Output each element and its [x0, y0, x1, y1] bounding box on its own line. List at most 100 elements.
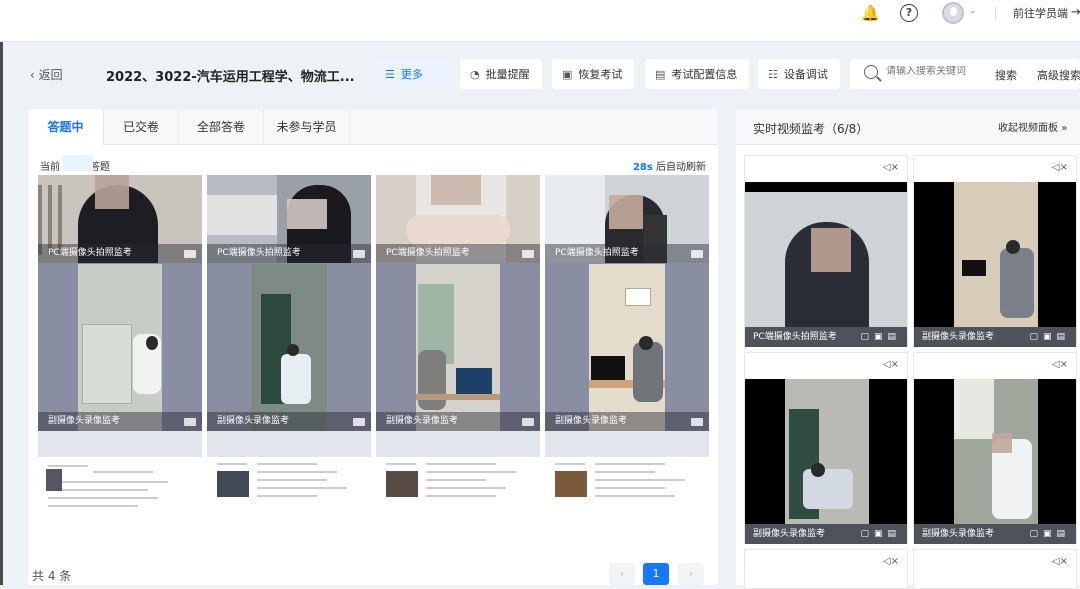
top-navigation-bar: 🔔 ? ⌄ 前往学员端 ⇥ — [0, 0, 1080, 42]
help-icon[interactable]: ? — [900, 4, 918, 22]
next-page-button[interactable]: › — [678, 563, 704, 585]
sub-camera-caption: 副摄像头录像监考 — [207, 412, 371, 431]
answer-sheet-preview[interactable] — [545, 431, 709, 521]
mute-icon[interactable]: ◁× — [1052, 359, 1068, 370]
search-bar: 搜索 高级搜索 — [850, 59, 1080, 89]
collapse-label: 收起视频面板 — [998, 123, 1058, 134]
feed-tools[interactable]: ▢▣▤ — [860, 524, 901, 544]
video-camera-icon — [522, 250, 534, 258]
auto-refresh-countdown: 28s 后自动刷新 — [633, 158, 706, 173]
back-link[interactable]: ‹ 返回 — [30, 66, 63, 83]
double-chevron-right-icon: » — [1061, 123, 1068, 134]
redacted-count — [63, 155, 93, 171]
restore-exam-button[interactable]: ▣ 恢复考试 — [552, 59, 634, 89]
batch-remind-label: 批量提醒 — [485, 68, 530, 81]
answer-sheet-preview[interactable] — [38, 431, 202, 521]
mute-icon[interactable]: ◁× — [1052, 162, 1068, 173]
exam-title: 2022、3022-汽车运用工程学、物流工... — [106, 70, 355, 85]
mute-icon[interactable]: ◁× — [883, 162, 899, 173]
feed-caption: PC端摄像头拍照监考 — [753, 332, 837, 342]
video-feed[interactable]: ◁× PC端摄像头拍照监考 ▢▣▤ — [744, 155, 908, 347]
tab-answering[interactable]: 答题中 — [28, 109, 104, 145]
mute-icon[interactable]: ◁× — [883, 359, 899, 370]
feed-caption-bar: 副摄像头录像监考 ▢▣▤ — [745, 524, 907, 544]
monitor-title: 实时视频监考（6/8） — [753, 122, 869, 136]
list-icon: ☰ — [385, 67, 395, 81]
mute-icon[interactable]: ◁× — [883, 556, 899, 567]
answer-sheet-preview[interactable] — [207, 431, 371, 521]
page-number-button[interactable]: 1 — [643, 563, 669, 585]
video-stream[interactable] — [745, 379, 907, 524]
pc-camera-photo[interactable]: PC端摄像头拍照监考 — [38, 175, 202, 263]
pc-camera-caption: PC端摄像头拍照监考 — [38, 244, 202, 263]
pc-camera-photo[interactable]: PC端摄像头拍照监考 — [376, 175, 540, 263]
student-card[interactable]: PC端摄像头拍照监考 副摄像头录像监考 — [545, 175, 709, 521]
prev-page-button[interactable]: ‹ — [609, 563, 635, 585]
student-card[interactable]: PC端摄像头拍照监考 副摄像头录像监考 — [38, 175, 202, 521]
go-student-link[interactable]: 前往学员端 — [1013, 5, 1068, 21]
sub-camera-video[interactable]: 副摄像头录像监考 — [207, 264, 371, 431]
more-button[interactable]: ☰ 更多 — [375, 59, 449, 89]
video-stream[interactable] — [914, 379, 1076, 524]
feed-tools[interactable]: ▢▣▤ — [1029, 524, 1070, 544]
live-monitor-panel: 实时视频监考（6/8） 收起视频面板 » ◁× PC端摄像头拍照监考 ▢▣▤ ◁×… — [736, 109, 1080, 589]
video-feed[interactable]: ◁× 副摄像头录像监考 ▢▣▤ — [744, 352, 908, 544]
back-label: 返回 — [38, 68, 63, 82]
device-debug-button[interactable]: ☷ 设备调试 — [758, 59, 840, 89]
video-feed[interactable]: ◁× 副摄像头录像监考 ▢▣▤ — [913, 352, 1077, 544]
refresh-label: 后自动刷新 — [656, 162, 706, 173]
feed-tools[interactable]: ▢▣▤ — [860, 327, 901, 347]
student-card[interactable]: PC端摄像头拍照监考 副摄像头录像监考 — [376, 175, 540, 521]
alarm-icon: ◔ — [470, 67, 480, 81]
video-stream[interactable] — [914, 182, 1076, 327]
current-prefix: 当前 — [40, 162, 60, 173]
video-feed[interactable]: ◁× — [744, 549, 908, 589]
refresh-seconds: 28s — [632, 162, 653, 173]
pc-camera-photo[interactable]: PC端摄像头拍照监考 — [545, 175, 709, 263]
video-camera-icon — [353, 250, 365, 258]
settings-sliders-icon: ☷ — [768, 67, 778, 81]
exit-icon[interactable]: ⇥ — [1071, 5, 1080, 20]
search-button[interactable]: 搜索 — [995, 67, 1017, 83]
sub-camera-video[interactable]: 副摄像头录像监考 — [376, 264, 540, 431]
video-stream[interactable] — [745, 182, 907, 327]
mute-icon[interactable]: ◁× — [1052, 556, 1068, 567]
feed-tools[interactable]: ▢▣▤ — [1029, 327, 1070, 347]
sub-camera-caption: 副摄像头录像监考 — [38, 412, 202, 431]
total-count: 共 4 条 — [32, 569, 72, 583]
tab-all-papers[interactable]: 全部答卷 — [179, 109, 264, 145]
batch-remind-button[interactable]: ◔ 批量提醒 — [460, 59, 542, 89]
video-camera-icon — [353, 418, 365, 426]
monitor-header: 实时视频监考（6/8） 收起视频面板 » — [736, 109, 1080, 145]
search-icon — [864, 65, 878, 79]
sub-camera-caption: 副摄像头录像监考 — [376, 412, 540, 431]
tab-submitted[interactable]: 已交卷 — [104, 109, 179, 145]
video-feed[interactable]: ◁× 副摄像头录像监考 ▢▣▤ — [913, 155, 1077, 347]
pc-camera-photo[interactable]: PC端摄像头拍照监考 — [207, 175, 371, 263]
device-debug-label: 设备调试 — [783, 68, 828, 81]
feed-caption-bar: PC端摄像头拍照监考 ▢▣▤ — [745, 327, 907, 347]
feed-caption-bar: 副摄像头录像监考 ▢▣▤ — [914, 524, 1076, 544]
advanced-search-button[interactable]: 高级搜索 — [1037, 67, 1080, 83]
student-card[interactable]: PC端摄像头拍照监考 副摄像头录像监考 — [207, 175, 371, 521]
more-label: 更多 — [400, 68, 423, 81]
answer-sheet-preview[interactable] — [376, 431, 540, 521]
avatar[interactable] — [942, 2, 964, 24]
collapse-video-panel-button[interactable]: 收起视频面板 » — [998, 119, 1067, 134]
pc-camera-caption: PC端摄像头拍照监考 — [376, 244, 540, 263]
tab-absent-students[interactable]: 未参与学员 — [264, 109, 350, 145]
answering-panel: 答题中 已交卷 全部答卷 未参与学员 当前 答题 28s 后自动刷新 PC端摄像头… — [28, 109, 718, 585]
sub-camera-video[interactable]: 副摄像头录像监考 — [38, 264, 202, 431]
chevron-down-icon[interactable]: ⌄ — [969, 6, 977, 16]
video-camera-icon — [184, 418, 196, 426]
window-edge — [0, 42, 3, 585]
sub-camera-video[interactable]: 副摄像头录像监考 — [545, 264, 709, 431]
divider — [995, 6, 996, 20]
feed-caption: 副摄像头录像监考 — [922, 332, 995, 342]
exam-config-button[interactable]: ▤ 考试配置信息 — [645, 59, 749, 89]
bell-icon[interactable]: 🔔 — [861, 4, 880, 22]
current-suffix: 答题 — [90, 162, 110, 173]
video-feed[interactable]: ◁× — [913, 549, 1077, 589]
sub-camera-caption: 副摄像头录像监考 — [545, 412, 709, 431]
search-input[interactable] — [886, 66, 986, 77]
